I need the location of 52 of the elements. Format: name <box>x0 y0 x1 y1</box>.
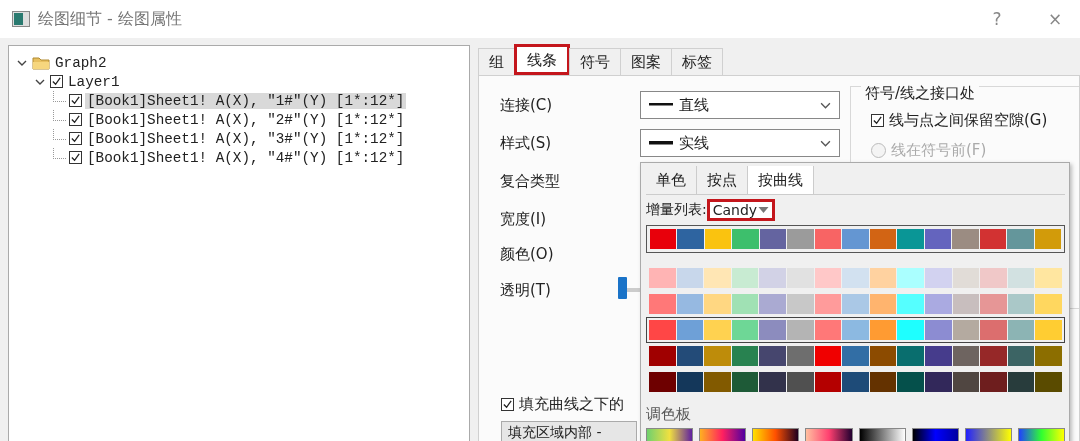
tab[interactable]: 符号 <box>569 48 621 75</box>
tab[interactable]: 按曲线 <box>748 166 814 194</box>
option-label: 填充曲线之下的 <box>519 394 624 414</box>
field-label: 颜色(O) <box>500 245 555 264</box>
color-list[interactable] <box>646 369 1065 395</box>
checkbox[interactable] <box>69 113 82 126</box>
dropdown[interactable]: 实线 <box>640 129 840 157</box>
line-sample-icon <box>649 141 673 145</box>
checkbox[interactable] <box>69 151 82 164</box>
option-label: 线与点之间保留空隙(G) <box>889 110 1048 130</box>
tree-item[interactable]: [Book1]Sheet1! A(X), "2#"(Y) [1*:12*] <box>85 111 407 128</box>
tab[interactable]: 组 <box>478 48 515 75</box>
caret-down-icon <box>758 207 770 213</box>
color-list[interactable] <box>646 265 1065 291</box>
tree-item[interactable]: [Book1]Sheet1! A(X), "1#"(Y) [1*:12*] <box>85 92 407 109</box>
field-label: 增量列表: <box>646 201 707 219</box>
color-list[interactable] <box>646 225 1065 253</box>
line-sample-icon <box>649 103 673 107</box>
tab[interactable]: 线条 <box>514 44 570 75</box>
window-icon <box>12 11 30 27</box>
window-title: 绘图细节 - 绘图属性 <box>38 8 182 30</box>
tree-item[interactable]: [Book1]Sheet1! A(X), "3#"(Y) [1*:12*] <box>85 130 407 147</box>
section-label: 调色板 <box>646 405 692 424</box>
slider-thumb[interactable] <box>618 277 627 299</box>
chevron-down-icon <box>820 101 831 109</box>
field-label: 连接(C) <box>500 95 554 115</box>
dropdown[interactable]: 填充区域内部 - <box>501 421 637 441</box>
color-list[interactable] <box>646 317 1065 343</box>
close-button[interactable]: × <box>1030 9 1080 29</box>
dropdown[interactable]: 直线 <box>640 91 840 119</box>
checkbox[interactable] <box>69 94 82 107</box>
tab[interactable]: 标签 <box>671 48 723 75</box>
tree-item[interactable]: Layer1 <box>66 73 122 90</box>
tab[interactable]: 单色 <box>646 166 697 194</box>
chevron-down-icon <box>820 139 831 147</box>
checkbox[interactable] <box>501 397 514 411</box>
dropdown[interactable]: Candy <box>709 202 773 218</box>
field-label: 宽度(I) <box>500 209 548 229</box>
help-button[interactable]: ? <box>972 9 1022 29</box>
tree-item[interactable]: [Book1]Sheet1! A(X), "4#"(Y) [1*:12*] <box>85 149 407 166</box>
color-list[interactable] <box>646 291 1065 317</box>
field-label: 透明(T) <box>500 280 552 300</box>
folder-icon <box>32 55 50 70</box>
field-label: 复合类型 <box>500 171 561 191</box>
color-list[interactable] <box>646 343 1065 369</box>
option-label: 线在符号前(F) <box>891 140 987 160</box>
checkbox[interactable] <box>69 132 82 145</box>
tree-item[interactable]: Graph2 <box>53 54 109 71</box>
field-label: 样式(S) <box>500 133 553 153</box>
group-title: 符号/线之接口处 <box>861 84 980 103</box>
checkbox[interactable] <box>50 75 63 88</box>
checkbox[interactable] <box>871 113 884 127</box>
